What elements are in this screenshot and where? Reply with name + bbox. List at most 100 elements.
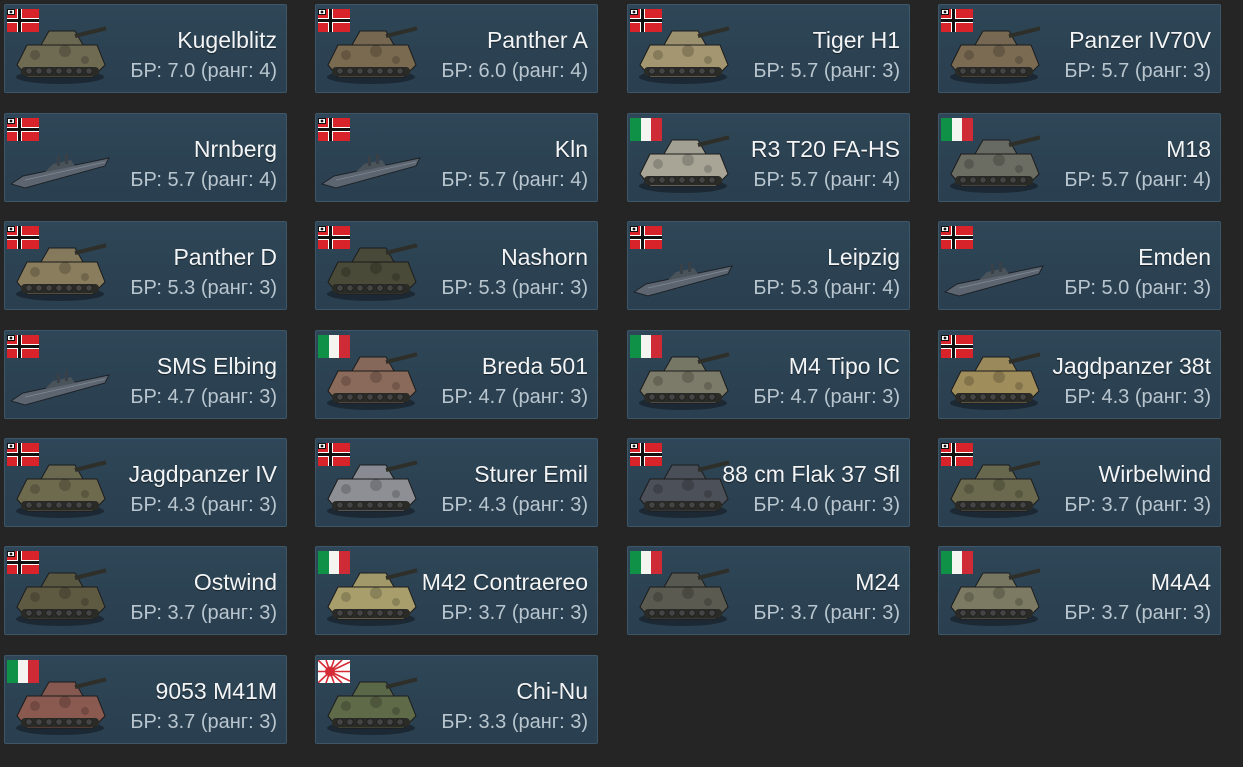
vehicle-card[interactable]: Chi-Nu БР: 3.3 (ранг: 3): [315, 655, 598, 744]
vehicle-name: SMS Elbing: [156, 353, 277, 379]
vehicle-card[interactable]: Nashorn БР: 5.3 (ранг: 3): [315, 221, 598, 310]
flag-germany-icon: [318, 226, 350, 249]
flag-italy-icon: [630, 118, 662, 141]
vehicle-name: 9053 M41M: [155, 678, 277, 704]
flag-germany-icon: [7, 226, 39, 249]
vehicle-card[interactable]: Kugelblitz БР: 7.0 (ранг: 4): [4, 4, 287, 93]
vehicle-name: Panther A: [486, 27, 588, 53]
vehicle-name: M24: [855, 569, 900, 595]
battle-rating-text: БР: 6.0 (ранг: 4): [441, 60, 588, 82]
battle-rating-text: БР: 5.3 (ранг: 3): [441, 277, 588, 299]
vehicle-card[interactable]: Panther A БР: 6.0 (ранг: 4): [315, 4, 598, 93]
vehicle-grid: Kugelblitz БР: 7.0 (ранг: 4) Panther A БР: …: [0, 0, 1243, 767]
vehicle-name: Jagdpanzer 38t: [1052, 353, 1211, 379]
vehicle-card[interactable]: 88 cm Flak 37 Sfl БР: 4.0 (ранг: 3): [627, 438, 910, 527]
vehicle-card[interactable]: Panzer IV70V БР: 5.7 (ранг: 3): [938, 4, 1221, 93]
flag-germany-icon: [7, 118, 39, 141]
vehicle-name: Jagdpanzer IV: [128, 461, 277, 487]
battle-rating-text: БР: 4.7 (ранг: 3): [441, 386, 588, 408]
flag-germany-icon: [318, 9, 350, 32]
vehicle-card[interactable]: Nrnberg БР: 5.7 (ранг: 4): [4, 113, 287, 202]
vehicle-card[interactable]: M4A4 БР: 3.7 (ранг: 3): [938, 546, 1221, 635]
vehicle-name: 88 cm Flak 37 Sfl: [722, 461, 900, 487]
battle-rating-text: БР: 4.3 (ранг: 3): [1064, 386, 1211, 408]
flag-italy-icon: [318, 335, 350, 358]
vehicle-name: Nrnberg: [193, 136, 277, 162]
vehicle-name: M42 Contraereo: [421, 569, 588, 595]
vehicle-card[interactable]: Jagdpanzer 38t БР: 4.3 (ранг: 3): [938, 330, 1221, 419]
flag-japan-icon: [318, 660, 350, 683]
battle-rating-text: БР: 3.7 (ранг: 3): [1064, 602, 1211, 624]
flag-italy-icon: [630, 335, 662, 358]
flag-italy-icon: [941, 118, 973, 141]
vehicle-name: Breda 501: [481, 353, 588, 379]
battle-rating-text: БР: 3.7 (ранг: 3): [130, 711, 277, 733]
flag-germany-icon: [941, 9, 973, 32]
flag-germany-icon: [941, 335, 973, 358]
battle-rating-text: БР: 4.3 (ранг: 3): [441, 494, 588, 516]
vehicle-name: R3 T20 FA-HS: [750, 136, 900, 162]
battle-rating-text: БР: 3.3 (ранг: 3): [441, 711, 588, 733]
battle-rating-text: БР: 5.3 (ранг: 3): [130, 277, 277, 299]
vehicle-name: M4 Tipo IC: [788, 353, 900, 379]
flag-germany-icon: [7, 443, 39, 466]
flag-germany-icon: [630, 226, 662, 249]
flag-germany-icon: [7, 335, 39, 358]
battle-rating-text: БР: 3.7 (ранг: 3): [441, 602, 588, 624]
vehicle-card[interactable]: 9053 M41M БР: 3.7 (ранг: 3): [4, 655, 287, 744]
battle-rating-text: БР: 5.7 (ранг: 3): [1064, 60, 1211, 82]
flag-germany-icon: [7, 551, 39, 574]
vehicle-name: M4A4: [1150, 569, 1211, 595]
flag-germany-icon: [318, 118, 350, 141]
vehicle-card[interactable]: M4 Tipo IC БР: 4.7 (ранг: 3): [627, 330, 910, 419]
flag-germany-icon: [7, 9, 39, 32]
flag-italy-icon: [941, 551, 973, 574]
vehicle-name: Sturer Emil: [474, 461, 588, 487]
flag-germany-icon: [941, 226, 973, 249]
vehicle-name: Kugelblitz: [177, 27, 277, 53]
flag-italy-icon: [318, 551, 350, 574]
flag-italy-icon: [630, 551, 662, 574]
battle-rating-text: БР: 5.0 (ранг: 3): [1064, 277, 1211, 299]
vehicle-card[interactable]: Tiger H1 БР: 5.7 (ранг: 3): [627, 4, 910, 93]
battle-rating-text: БР: 4.3 (ранг: 3): [130, 494, 277, 516]
vehicle-card[interactable]: M24 БР: 3.7 (ранг: 3): [627, 546, 910, 635]
battle-rating-text: БР: 5.3 (ранг: 4): [753, 277, 900, 299]
vehicle-name: Tiger H1: [812, 27, 900, 53]
battle-rating-text: БР: 3.7 (ранг: 3): [753, 602, 900, 624]
battle-rating-text: БР: 3.7 (ранг: 3): [130, 602, 277, 624]
battle-rating-text: БР: 4.7 (ранг: 3): [753, 386, 900, 408]
vehicle-name: Panzer IV70V: [1069, 27, 1211, 53]
vehicle-card[interactable]: Panther D БР: 5.3 (ранг: 3): [4, 221, 287, 310]
flag-italy-icon: [7, 660, 39, 683]
vehicle-card[interactable]: Sturer Emil БР: 4.3 (ранг: 3): [315, 438, 598, 527]
vehicle-card[interactable]: M42 Contraereo БР: 3.7 (ранг: 3): [315, 546, 598, 635]
battle-rating-text: БР: 4.7 (ранг: 3): [130, 386, 277, 408]
vehicle-name: Leipzig: [827, 244, 900, 270]
vehicle-name: Emden: [1138, 244, 1211, 270]
vehicle-card[interactable]: M18 БР: 5.7 (ранг: 4): [938, 113, 1221, 202]
vehicle-name: Kln: [554, 136, 588, 162]
vehicle-card[interactable]: Jagdpanzer IV БР: 4.3 (ранг: 3): [4, 438, 287, 527]
vehicle-name: Wirbelwind: [1098, 461, 1211, 487]
vehicle-card[interactable]: Kln БР: 5.7 (ранг: 4): [315, 113, 598, 202]
vehicle-card[interactable]: R3 T20 FA-HS БР: 5.7 (ранг: 4): [627, 113, 910, 202]
vehicle-name: Chi-Nu: [516, 678, 588, 704]
vehicle-card[interactable]: Emden БР: 5.0 (ранг: 3): [938, 221, 1221, 310]
flag-germany-icon: [630, 9, 662, 32]
vehicle-name: Ostwind: [193, 569, 277, 595]
vehicle-card[interactable]: Wirbelwind БР: 3.7 (ранг: 3): [938, 438, 1221, 527]
vehicle-card[interactable]: SMS Elbing БР: 4.7 (ранг: 3): [4, 330, 287, 419]
vehicle-card[interactable]: Breda 501 БР: 4.7 (ранг: 3): [315, 330, 598, 419]
battle-rating-text: БР: 5.7 (ранг: 4): [753, 169, 900, 191]
battle-rating-text: БР: 7.0 (ранг: 4): [130, 60, 277, 82]
flag-germany-icon: [630, 443, 662, 466]
vehicle-name: Nashorn: [501, 244, 588, 270]
vehicle-name: M18: [1166, 136, 1211, 162]
battle-rating-text: БР: 5.7 (ранг: 4): [441, 169, 588, 191]
battle-rating-text: БР: 4.0 (ранг: 3): [753, 494, 900, 516]
battle-rating-text: БР: 5.7 (ранг: 4): [130, 169, 277, 191]
vehicle-card[interactable]: Ostwind БР: 3.7 (ранг: 3): [4, 546, 287, 635]
flag-germany-icon: [941, 443, 973, 466]
vehicle-card[interactable]: Leipzig БР: 5.3 (ранг: 4): [627, 221, 910, 310]
